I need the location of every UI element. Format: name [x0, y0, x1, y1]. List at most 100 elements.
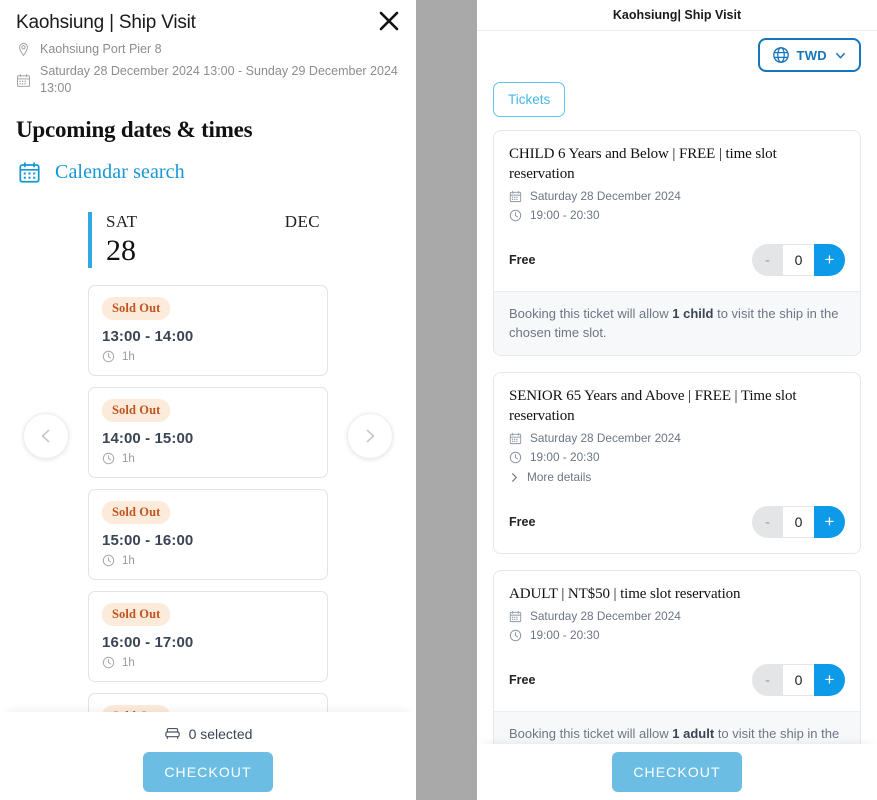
ticket-time: 19:00 - 20:30 [530, 208, 600, 222]
date-day-of-week: SAT [106, 212, 138, 231]
ticket-note: Booking this ticket will allow 1 adult t… [494, 711, 860, 744]
right-footer-bar: CHECKOUT [477, 744, 877, 800]
prev-date-button[interactable] [23, 413, 69, 459]
sold-out-badge: Sold Out [102, 501, 171, 524]
quantity-value: 0 [783, 244, 814, 276]
checkout-button-right[interactable]: CHECKOUT [612, 752, 742, 792]
slot-time-label: 13:00 - 14:00 [102, 328, 194, 345]
right-panel-title-bar: Kaohsiung| Ship Visit [477, 0, 877, 31]
chevron-left-icon [41, 429, 50, 443]
sold-out-badge: Sold Out [102, 705, 171, 712]
more-details-label: More details [527, 470, 592, 484]
right-scroll-area[interactable]: TWD Tickets CHILD 6 Years and Below | FR… [477, 32, 877, 744]
selected-count-text: 0 selected [188, 725, 253, 742]
ticket-time: 19:00 - 20:30 [530, 628, 600, 642]
date-range-row: Saturday 28 December 2024 13:00 - Sunday… [16, 63, 400, 97]
calendar-search-label: Calendar search [55, 161, 185, 183]
location-text: Kaohsiung Port Pier 8 [40, 42, 162, 56]
time-slot-card[interactable]: Sold Out 16:00 - 17:00 1h [88, 591, 328, 682]
quantity-value: 0 [783, 664, 814, 696]
slot-duration: 1h [102, 452, 314, 465]
ticket-price: Free [509, 515, 536, 529]
time-slot-card[interactable]: Sold Out 13:00 - 14:00 1h [88, 285, 328, 376]
date-month: DEC [284, 212, 320, 231]
quantity-stepper[interactable]: -0 + [752, 506, 845, 538]
increase-quantity-button[interactable]: + [814, 506, 845, 538]
time-slot-card[interactable]: Sold Out 14:00 - 15:00 1h [88, 387, 328, 478]
globe-icon [772, 47, 789, 63]
quantity-stepper[interactable]: -0 + [752, 664, 845, 696]
page-title: Kaohsiung | Ship Visit [16, 12, 196, 33]
left-footer-bar: 0 selected CHECKOUT [0, 712, 416, 800]
calendar-icon [509, 432, 522, 444]
left-scroll-area[interactable]: Kaohsiung | Ship Visit Kaohsiung Port Pi… [0, 0, 416, 712]
close-icon[interactable] [374, 6, 404, 36]
ticket-time-row: 19:00 - 20:30 [509, 208, 845, 222]
slot-duration: 1h [102, 656, 314, 669]
slot-duration: 1h [102, 350, 314, 363]
ticket-price: Free [509, 253, 536, 267]
clock-icon [102, 554, 115, 567]
ticket-date: Saturday 28 December 2024 [530, 431, 681, 445]
currency-selector[interactable]: TWD [757, 38, 861, 72]
calendar-icon [16, 73, 31, 87]
date-header: SAT 28 DEC [88, 212, 328, 268]
clock-icon [509, 451, 522, 463]
chevron-right-icon [512, 472, 517, 482]
ticket-note-highlight: 1 child [672, 306, 714, 321]
clock-icon [509, 629, 522, 641]
date-range-text: Saturday 28 December 2024 13:00 - Sunday… [40, 64, 398, 95]
quantity-value: 0 [783, 506, 814, 538]
ticket-time-row: 19:00 - 20:30 [509, 628, 845, 642]
checkout-button-left[interactable]: CHECKOUT [143, 752, 273, 792]
slot-time-label: 16:00 - 17:00 [102, 634, 194, 651]
calendar-icon [509, 610, 522, 622]
ticket-list: CHILD 6 Years and Below | FREE | time sl… [477, 117, 877, 744]
ticket-price-row: Free -0 + [509, 506, 845, 538]
calendar-search-icon [19, 162, 40, 183]
ticket-price: Free [509, 673, 536, 687]
more-details-toggle[interactable]: More details [509, 470, 845, 484]
panel-gutter [416, 0, 477, 800]
ticket-time-row: 19:00 - 20:30 [509, 450, 845, 464]
increase-quantity-button[interactable]: + [814, 244, 845, 276]
clock-icon [102, 656, 115, 669]
decrease-quantity-button[interactable]: - [752, 506, 783, 538]
calendar-search-button[interactable]: Calendar search [0, 143, 416, 184]
location-row: Kaohsiung Port Pier 8 [16, 41, 400, 58]
ticket-date: Saturday 28 December 2024 [530, 609, 681, 623]
ticket-date-row: Saturday 28 December 2024 [509, 431, 845, 445]
slot-time-label: 14:00 - 15:00 [102, 430, 194, 447]
increase-quantity-button[interactable]: + [814, 664, 845, 696]
ticket-title: SENIOR 65 Years and Above | FREE | Time … [509, 388, 797, 424]
tabs-row: Tickets [477, 72, 877, 117]
ticket-price-row: Free -0 + [509, 664, 845, 696]
ticket-title: ADULT | NT$50 | time slot reservation [509, 586, 741, 602]
ticket-title: CHILD 6 Years and Below | FREE | time sl… [509, 146, 777, 182]
left-booking-panel: Kaohsiung | Ship Visit Kaohsiung Port Pi… [0, 0, 416, 800]
next-date-button[interactable] [347, 413, 393, 459]
time-slot-card[interactable]: Sold Out 15:00 - 16:00 1h [88, 489, 328, 580]
sold-out-badge: Sold Out [102, 603, 171, 626]
time-slot-card[interactable]: Sold Out17:00 - 18:001h [88, 693, 328, 712]
decrease-quantity-button[interactable]: - [752, 244, 783, 276]
app-screen: Kaohsiung | Ship Visit Kaohsiung Port Pi… [0, 0, 877, 800]
quantity-stepper[interactable]: -0 + [752, 244, 845, 276]
clock-icon [102, 350, 115, 363]
clock-icon [102, 452, 115, 465]
ticket-card: ADULT | NT$50 | time slot reservation Sat… [493, 570, 861, 744]
time-slot-list: Sold Out 13:00 - 14:00 1h Sold Out 14:00 - 1… [88, 285, 328, 712]
sold-out-badge: Sold Out [102, 399, 171, 422]
section-title: Upcoming dates & times [16, 117, 253, 142]
ticket-card-body: ADULT | NT$50 | time slot reservation Sat… [494, 571, 860, 711]
ticket-note-text: Booking this ticket will allow 1 adult t… [509, 726, 840, 741]
tab-tickets[interactable]: Tickets [493, 82, 566, 117]
ticket-card: SENIOR 65 Years and Above | FREE | Time … [493, 372, 861, 554]
ticket-card: CHILD 6 Years and Below | FREE | time sl… [493, 130, 861, 356]
ticket-time: 19:00 - 20:30 [530, 450, 600, 464]
decrease-quantity-button[interactable]: - [752, 664, 783, 696]
ticket-date-row: Saturday 28 December 2024 [509, 189, 845, 203]
slot-duration-label: 1h [122, 656, 135, 669]
slot-duration-label: 1h [122, 350, 135, 363]
clock-icon [509, 209, 522, 221]
